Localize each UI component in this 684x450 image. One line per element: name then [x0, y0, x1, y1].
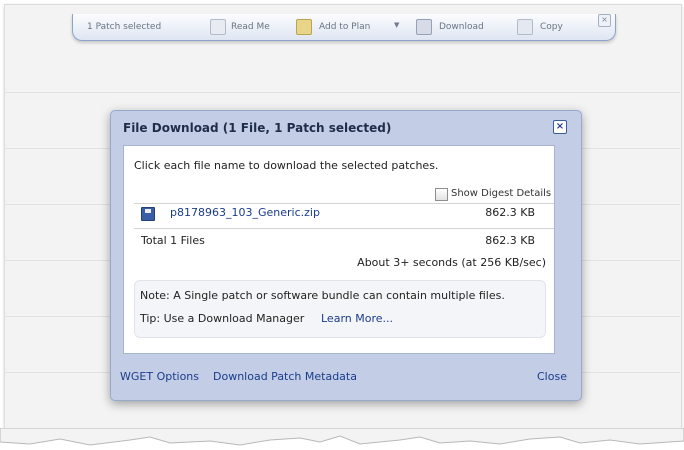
close-link[interactable]: Close [537, 370, 567, 383]
save-disk-icon [141, 207, 155, 221]
tip-text: Tip: Use a Download Manager [140, 312, 305, 325]
show-digest-checkbox[interactable] [435, 188, 448, 201]
dialog-body: Click each file name to download the sel… [123, 145, 555, 354]
instructions-text: Click each file name to download the sel… [134, 159, 439, 172]
total-size: 862.3 KB [485, 234, 535, 247]
file-size: 862.3 KB [485, 206, 535, 219]
wget-options-link[interactable]: WGET Options [120, 370, 199, 383]
folder-icon[interactable] [296, 19, 312, 35]
download-button[interactable]: Download [439, 21, 484, 33]
file-download-link[interactable]: p8178963_103_Generic.zip [170, 206, 320, 219]
copy-icon[interactable] [517, 19, 533, 35]
selection-count: 1 Patch selected [87, 22, 162, 32]
note-panel: Note: A Single patch or software bundle … [134, 280, 546, 338]
row-divider [4, 92, 680, 93]
divider [134, 203, 554, 204]
download-metadata-link[interactable]: Download Patch Metadata [213, 370, 357, 383]
learn-more-link[interactable]: Learn More... [321, 312, 393, 325]
save-disk-icon[interactable] [416, 19, 432, 35]
torn-edge [0, 428, 684, 450]
download-estimate: About 3+ seconds (at 256 KB/sec) [357, 256, 546, 269]
patch-toolbar: 1 Patch selected Read Me Add to Plan ▼ D… [72, 14, 616, 41]
read-me-button[interactable]: Read Me [231, 21, 270, 33]
close-icon[interactable]: × [598, 14, 611, 27]
chevron-down-icon[interactable]: ▼ [394, 21, 399, 29]
show-digest-label[interactable]: Show Digest Details [451, 188, 551, 199]
divider [134, 228, 554, 229]
dialog-title: File Download (1 File, 1 Patch selected) [123, 121, 392, 135]
add-to-plan-button[interactable]: Add to Plan [319, 21, 370, 33]
copy-button[interactable]: Copy [540, 21, 563, 33]
read-me-icon[interactable] [210, 19, 226, 35]
total-files-label: Total 1 Files [141, 234, 205, 247]
note-text: Note: A Single patch or software bundle … [140, 289, 505, 302]
close-icon[interactable]: × [553, 120, 567, 134]
file-download-dialog: File Download (1 File, 1 Patch selected)… [110, 110, 582, 401]
